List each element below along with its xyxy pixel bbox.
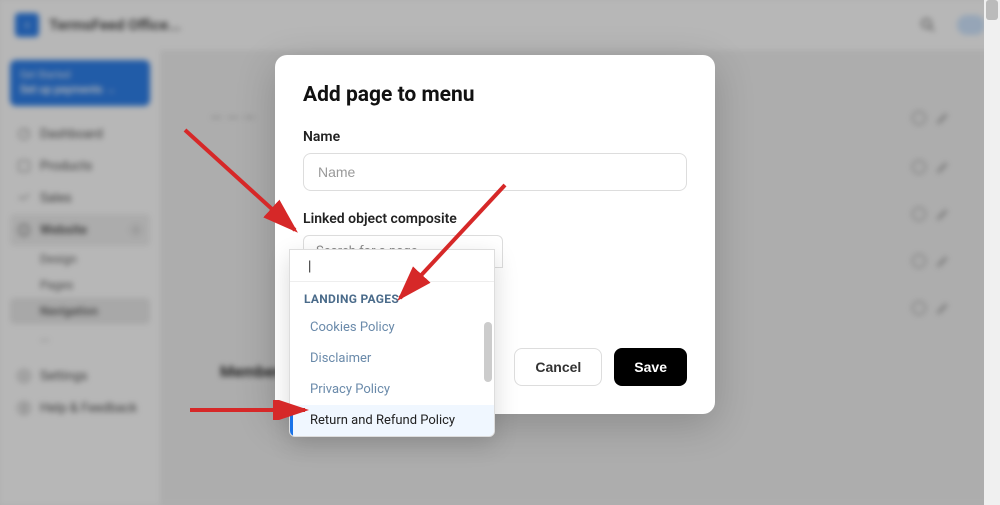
- dropdown-group-header: LANDING PAGES: [290, 282, 494, 312]
- dropdown-option-refund[interactable]: Return and Refund Policy: [290, 405, 494, 436]
- save-button[interactable]: Save: [614, 348, 687, 386]
- dropdown-search-input[interactable]: [308, 258, 484, 273]
- dropdown-list: LANDING PAGES Cookies Policy Disclaimer …: [290, 282, 494, 436]
- linked-label: Linked object composite: [303, 211, 687, 227]
- dropdown-scrollbar[interactable]: [484, 322, 492, 382]
- cancel-button[interactable]: Cancel: [514, 348, 602, 386]
- dropdown-option-disclaimer[interactable]: Disclaimer: [290, 343, 494, 374]
- dropdown-option-privacy[interactable]: Privacy Policy: [290, 374, 494, 405]
- dropdown-search-row: [290, 250, 494, 282]
- page-scrollbar[interactable]: [984, 0, 1000, 505]
- name-input[interactable]: [303, 153, 687, 191]
- modal-title: Add page to menu: [303, 83, 687, 107]
- dropdown-option-cookies[interactable]: Cookies Policy: [290, 312, 494, 343]
- scrollbar-thumb[interactable]: [986, 0, 998, 20]
- name-label: Name: [303, 129, 687, 145]
- dropdown-panel: LANDING PAGES Cookies Policy Disclaimer …: [289, 249, 495, 437]
